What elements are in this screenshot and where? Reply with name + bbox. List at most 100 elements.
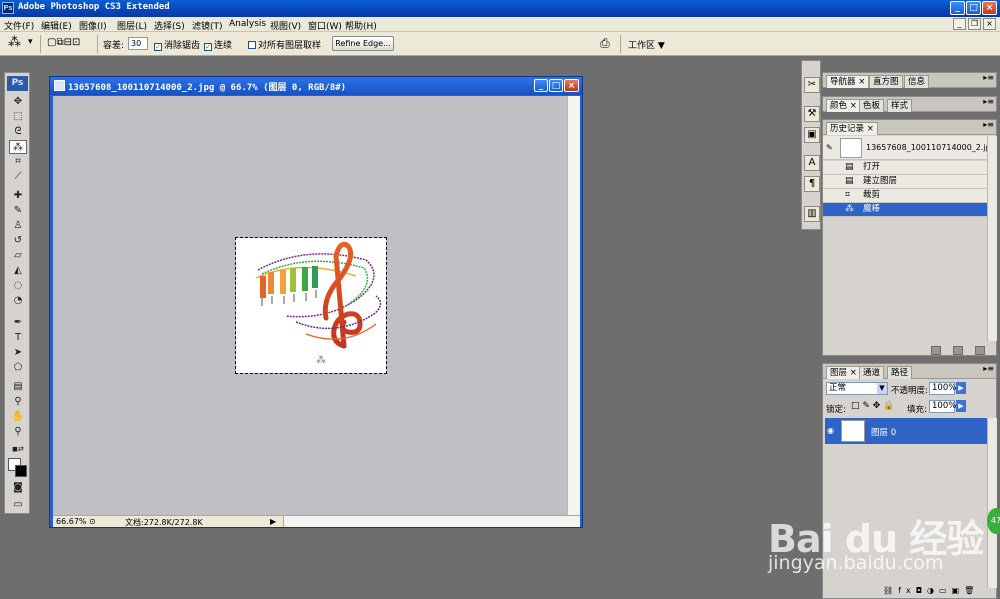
- image-canvas[interactable]: ⁂: [235, 237, 387, 374]
- canvas-area[interactable]: ⁂: [53, 96, 567, 515]
- tab-channels[interactable]: 通道: [859, 366, 885, 379]
- layer-comps-icon[interactable]: ▣: [804, 127, 820, 143]
- panel-menu-icon[interactable]: ▸≡: [983, 73, 994, 82]
- paint-bucket-icon[interactable]: ◭: [9, 264, 27, 278]
- tab-styles[interactable]: 样式: [887, 99, 913, 112]
- character-panel-icon[interactable]: A: [804, 155, 820, 171]
- doc-close-button[interactable]: ×: [983, 18, 996, 30]
- layers-scrollbar[interactable]: [987, 418, 997, 588]
- trash-icon[interactable]: [975, 346, 985, 355]
- tab-histogram[interactable]: 直方图: [869, 75, 903, 88]
- brushes-panel-icon[interactable]: ✂: [804, 77, 820, 93]
- status-icon[interactable]: ⊙: [89, 517, 96, 526]
- notification-badge[interactable]: 47: [987, 508, 1000, 534]
- background-color-swatch[interactable]: [15, 465, 27, 477]
- doc-restore-button[interactable]: ❐: [968, 18, 981, 30]
- history-snapshot[interactable]: ✎ 13657608_100110714000_2.jpg: [823, 136, 996, 160]
- close-button[interactable]: ×: [982, 1, 997, 15]
- tool-presets-icon[interactable]: ⚒: [804, 106, 820, 122]
- sample-all-layers-checkbox[interactable]: 对所有图层取样: [248, 38, 321, 51]
- blend-mode-select[interactable]: 正常 ▼: [826, 382, 888, 395]
- history-item-selected[interactable]: ⁂ 魔棒: [823, 203, 987, 217]
- minimize-button[interactable]: _: [950, 1, 965, 15]
- type-tool-icon[interactable]: T: [9, 331, 27, 345]
- dodge-tool-icon[interactable]: ◔: [9, 294, 27, 308]
- doc-minimize-button[interactable]: _: [953, 18, 966, 30]
- doc-window-close[interactable]: ×: [564, 79, 579, 92]
- eyedropper-tool-icon[interactable]: ⚲: [9, 395, 27, 409]
- status-menu-arrow-icon[interactable]: ▶: [270, 517, 276, 526]
- brush-tool-icon[interactable]: ✎: [9, 204, 27, 218]
- file-browser-icon[interactable]: ⎙: [600, 36, 610, 51]
- history-brush-source-icon[interactable]: ✎: [826, 143, 833, 152]
- horizontal-scrollbar[interactable]: [283, 516, 580, 527]
- menu-edit[interactable]: 编辑(E): [41, 19, 72, 32]
- tab-history[interactable]: 历史记录 ×: [826, 122, 878, 135]
- chevron-down-icon[interactable]: ▾: [28, 37, 33, 47]
- paragraph-panel-icon[interactable]: ¶: [804, 176, 820, 192]
- swap-colors-icon[interactable]: ◼⇄: [9, 442, 27, 456]
- zoom-level[interactable]: 66.67%: [56, 517, 87, 526]
- menu-analysis[interactable]: Analysis: [229, 19, 266, 29]
- screen-mode-icon[interactable]: ▭: [9, 498, 27, 512]
- blur-tool-icon[interactable]: ◌: [9, 279, 27, 293]
- layer-row[interactable]: ◉ 图层 0: [825, 418, 987, 444]
- history-item[interactable]: ⌗ 裁剪: [823, 189, 987, 203]
- crop-tool-icon[interactable]: ⌗: [9, 155, 27, 169]
- vertical-scrollbar[interactable]: [567, 96, 580, 515]
- opacity-input[interactable]: 100%: [929, 382, 956, 395]
- healing-brush-icon[interactable]: ✚: [9, 189, 27, 203]
- menu-filter[interactable]: 滤镜(T): [192, 19, 223, 32]
- tab-layers[interactable]: 图层 ×: [826, 366, 861, 379]
- maximize-button[interactable]: □: [966, 1, 981, 15]
- layer-footer-icons[interactable]: ⛓fx◘◑▭▣🗑: [883, 586, 979, 595]
- menu-image[interactable]: 图像(I): [79, 19, 107, 32]
- new-snapshot-icon[interactable]: [953, 346, 963, 355]
- zoom-tool-icon[interactable]: ⚲: [9, 425, 27, 439]
- path-selection-icon[interactable]: ➤: [9, 346, 27, 360]
- eraser-tool-icon[interactable]: ▱: [9, 249, 27, 263]
- history-item[interactable]: ▤ 打开: [823, 161, 987, 175]
- tab-paths[interactable]: 路径: [887, 366, 913, 379]
- move-tool-icon[interactable]: ✥: [9, 95, 27, 109]
- contiguous-checkbox[interactable]: ✓ 连续: [204, 38, 232, 51]
- history-scrollbar[interactable]: [987, 136, 997, 341]
- fill-input[interactable]: 100%: [929, 400, 956, 413]
- lock-icons[interactable]: □ ✎ ✥ 🔒: [851, 401, 894, 411]
- notes-tool-icon[interactable]: ▤: [9, 380, 27, 394]
- doc-window-maximize[interactable]: □: [549, 79, 563, 92]
- tab-color[interactable]: 颜色 ×: [826, 99, 861, 112]
- panel-menu-icon[interactable]: ▸≡: [983, 97, 994, 106]
- tab-navigator[interactable]: 导航器 ×: [826, 75, 870, 88]
- tab-info[interactable]: 信息: [904, 75, 930, 88]
- fill-slider-arrow-icon[interactable]: ▶: [956, 400, 966, 412]
- tab-swatches[interactable]: 色板: [859, 99, 885, 112]
- eye-visibility-icon[interactable]: ◉: [827, 426, 834, 435]
- panel-menu-icon[interactable]: ▸≡: [983, 120, 994, 129]
- quick-mask-icon[interactable]: ◙: [9, 481, 27, 495]
- magic-wand-tool-icon[interactable]: ⁂: [9, 140, 27, 154]
- lasso-tool-icon[interactable]: ᘓ: [9, 125, 27, 139]
- opacity-slider-arrow-icon[interactable]: ▶: [956, 382, 966, 394]
- antialias-checkbox[interactable]: ✓ 消除锯齿: [154, 38, 200, 51]
- tolerance-input[interactable]: 30: [128, 37, 148, 50]
- shape-tool-icon[interactable]: ⬠: [9, 361, 27, 375]
- new-document-from-state-icon[interactable]: [931, 346, 941, 355]
- magic-wand-preset-icon[interactable]: ⁂: [8, 35, 21, 50]
- refine-edge-button[interactable]: Refine Edge...: [332, 36, 394, 51]
- clone-source-icon[interactable]: ▥: [804, 206, 820, 222]
- slice-tool-icon[interactable]: ⟋: [9, 170, 27, 184]
- pen-tool-icon[interactable]: ✒: [9, 316, 27, 330]
- menu-select[interactable]: 选择(S): [154, 19, 185, 32]
- clone-stamp-icon[interactable]: ♙: [9, 219, 27, 233]
- panel-menu-icon[interactable]: ▸≡: [983, 364, 994, 373]
- history-brush-icon[interactable]: ↺: [9, 234, 27, 248]
- doc-window-minimize[interactable]: _: [534, 79, 548, 92]
- hand-tool-icon[interactable]: ✋: [9, 410, 27, 424]
- marquee-tool-icon[interactable]: ⬚: [9, 110, 27, 124]
- workspace-menu[interactable]: 工作区 ▼: [628, 38, 665, 51]
- menu-help[interactable]: 帮助(H): [345, 19, 377, 32]
- menu-file[interactable]: 文件(F): [4, 19, 34, 32]
- selection-mode-icons[interactable]: ▢⧉⊟⊡: [47, 37, 80, 48]
- history-item[interactable]: ▤ 建立图层: [823, 175, 987, 189]
